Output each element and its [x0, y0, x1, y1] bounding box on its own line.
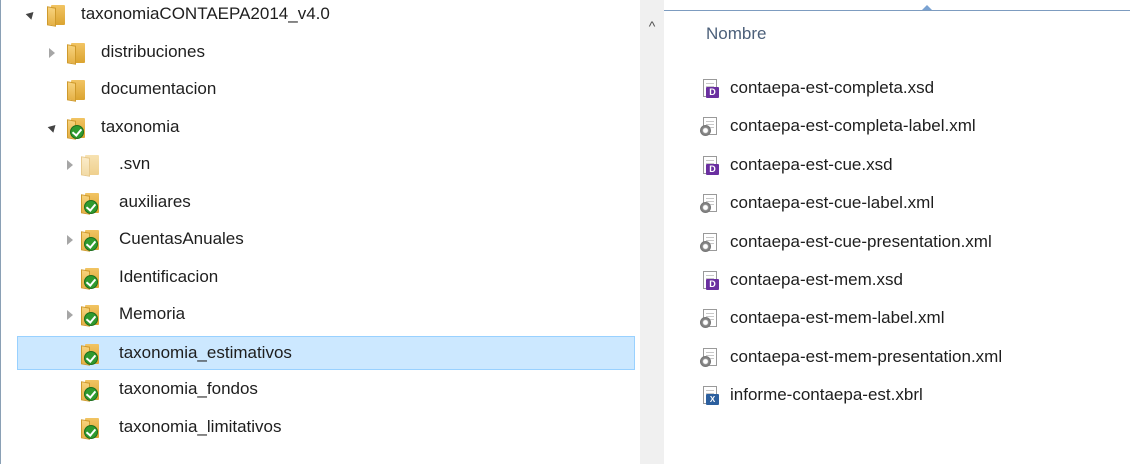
file-name: contaepa-est-completa-label.xml — [730, 116, 976, 136]
file-item[interactable]: contaepa-est-mem-presentation.xml — [696, 341, 1116, 375]
tree-item-auxiliares[interactable]: auxiliares — [1, 186, 640, 220]
expanded-arrow-icon[interactable] — [47, 121, 59, 133]
expanded-arrow-icon[interactable] — [25, 9, 37, 20]
scroll-up-arrow[interactable]: ^ — [640, 18, 664, 34]
tree-item-taxonomia[interactable]: taxonomia — [1, 111, 640, 145]
header-divider — [664, 10, 1130, 11]
folder-synced-icon — [67, 117, 89, 140]
tree-item-cuentasanuales[interactable]: CuentasAnuales — [1, 223, 640, 257]
xml-file-icon — [700, 309, 720, 329]
tree-item-label: .svn — [119, 154, 151, 173]
collapsed-arrow-icon[interactable] — [67, 310, 73, 320]
file-name: contaepa-est-mem-label.xml — [730, 308, 945, 328]
tree-item-label: distribuciones — [101, 41, 205, 61]
tree-item-identificacion[interactable]: Identificacion — [1, 261, 640, 295]
tree-item-label: Memoria — [119, 304, 186, 323]
xml-file-icon — [700, 347, 720, 368]
folder-synced-icon — [81, 379, 103, 402]
tree-item-label: documentacion — [101, 79, 217, 98]
tree-item-label: taxonomia_limitativos — [119, 416, 282, 436]
folder-synced-icon — [81, 417, 103, 440]
tree-item-label: auxiliares — [119, 191, 191, 211]
xbrl-file-icon: X — [700, 386, 720, 406]
xsd-file-icon: D — [700, 155, 720, 176]
file-item[interactable]: Dcontaepa-est-mem.xsd — [696, 264, 1116, 298]
tree-item-documentacion[interactable]: documentacion — [1, 73, 640, 107]
tree-item-taxonomia-estimativos[interactable]: taxonomia_estimativos — [17, 335, 635, 370]
column-header-nombre[interactable]: Nombre — [706, 24, 766, 44]
file-name: contaepa-est-completa.xsd — [730, 78, 935, 97]
file-name: contaepa-est-cue-label.xml — [730, 193, 935, 213]
tree-scrollbar[interactable]: ^ — [640, 0, 664, 464]
file-name: informe-contaepa-est.xbrl — [730, 385, 923, 405]
folder-icon — [67, 42, 89, 65]
folder-icon — [67, 79, 89, 102]
xsd-file-icon: D — [700, 79, 720, 99]
file-item[interactable]: Dcontaepa-est-cue.xsd — [696, 149, 1116, 183]
tree-item-taxonomia-fondos[interactable]: taxonomia_fondos — [1, 373, 640, 407]
collapsed-arrow-icon[interactable] — [67, 160, 73, 170]
file-list-pane: Nombre Dcontaepa-est-completa.xsd contaep… — [664, 0, 1130, 464]
folder-icon — [47, 4, 69, 27]
folder-synced-icon — [81, 304, 103, 327]
file-name: contaepa-est-cue-presentation.xml — [730, 231, 992, 251]
sort-ascending-icon — [922, 5, 932, 10]
file-item[interactable]: contaepa-est-completa-label.xml — [696, 110, 1116, 144]
tree-item-taxonomiacontaepa2014-v4-0[interactable]: taxonomiaCONTAEPA2014_v4.0 — [1, 0, 640, 32]
file-item[interactable]: contaepa-est-cue-label.xml — [696, 187, 1116, 221]
file-name: contaepa-est-cue.xsd — [730, 154, 893, 174]
folder-tree-pane: taxonomiaCONTAEPA2014_v4.0 distribuciones… — [0, 0, 640, 464]
folder-icon — [81, 154, 103, 177]
file-item[interactable]: contaepa-est-mem-label.xml — [696, 302, 1116, 336]
tree-item-label: taxonomia — [101, 116, 180, 136]
xml-file-icon — [700, 232, 720, 253]
folder-synced-icon — [81, 343, 103, 366]
tree-item-label: taxonomia_estimativos — [119, 342, 292, 362]
xml-file-icon — [700, 194, 720, 214]
tree-item-svn[interactable]: .svn — [1, 148, 640, 182]
xsd-file-icon: D — [700, 271, 720, 291]
folder-synced-icon — [81, 192, 103, 215]
tree-item-taxonomia-limitativos[interactable]: taxonomia_limitativos — [1, 411, 640, 445]
file-item[interactable]: contaepa-est-cue-presentation.xml — [696, 226, 1116, 260]
collapsed-arrow-icon[interactable] — [49, 47, 55, 58]
file-item[interactable]: Xinforme-contaepa-est.xbrl — [696, 379, 1116, 413]
tree-item-memoria[interactable]: Memoria — [1, 298, 640, 332]
file-name: contaepa-est-mem-presentation.xml — [730, 346, 1003, 366]
file-item[interactable]: Dcontaepa-est-completa.xsd — [696, 72, 1116, 106]
tree-item-label: taxonomiaCONTAEPA2014_v4.0 — [81, 4, 330, 23]
tree-item-label: CuentasAnuales — [119, 229, 244, 248]
collapsed-arrow-icon[interactable] — [67, 235, 73, 245]
tree-item-distribuciones[interactable]: distribuciones — [1, 36, 640, 70]
folder-synced-icon — [81, 267, 103, 290]
tree-item-label: taxonomia_fondos — [119, 379, 258, 398]
xml-file-icon — [700, 117, 720, 137]
tree-item-label: Identificacion — [119, 266, 219, 286]
folder-synced-icon — [81, 229, 103, 252]
file-name: contaepa-est-mem.xsd — [730, 270, 903, 289]
